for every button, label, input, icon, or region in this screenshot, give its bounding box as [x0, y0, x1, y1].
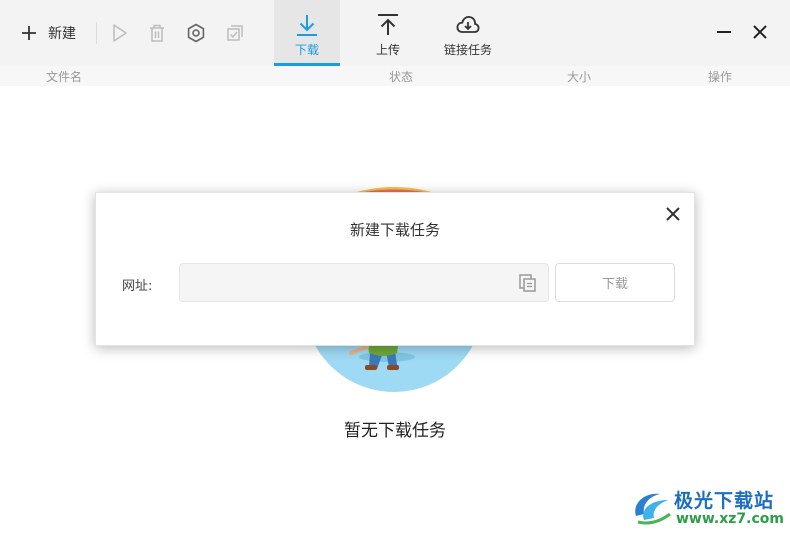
site-watermark: 极光下载站 www.xz7.com: [630, 484, 785, 530]
watermark-url: www.xz7.com: [676, 511, 784, 527]
empty-state-text: 暂无下载任务: [344, 421, 446, 441]
url-label: 网址:: [122, 279, 153, 294]
download-button[interactable]: 下载: [555, 263, 675, 302]
toolbar: 新建 下载 上传 链接任务: [0, 0, 790, 66]
tab-link-tasks-label: 链接任务: [443, 43, 492, 57]
close-icon: [753, 25, 767, 39]
cloud-download-icon: [455, 12, 481, 38]
tab-link-tasks[interactable]: 链接任务: [435, 0, 501, 66]
toolbar-divider: [96, 22, 97, 44]
dialog-close-button[interactable]: [664, 205, 682, 223]
url-input-container: [179, 263, 549, 302]
paste-clipboard-icon[interactable]: [518, 273, 538, 293]
tab-download-label: 下载: [294, 43, 319, 57]
gear-icon[interactable]: [185, 22, 207, 44]
tab-download[interactable]: 下载: [274, 0, 340, 66]
minimize-icon: [717, 31, 731, 33]
column-header: 文件名 状态 大小 操作: [0, 66, 790, 86]
trash-icon[interactable]: [146, 22, 168, 44]
column-size[interactable]: 大小: [567, 68, 591, 85]
column-status[interactable]: 状态: [389, 68, 413, 85]
tab-upload-label: 上传: [375, 43, 400, 57]
play-icon[interactable]: [108, 22, 130, 44]
column-action: 操作: [708, 70, 733, 84]
upload-arrow-icon: [375, 12, 401, 38]
download-arrow-icon: [294, 12, 320, 38]
new-task-label: 新建: [48, 26, 76, 42]
watermark-title: 极光下载站: [674, 490, 775, 512]
close-icon: [666, 207, 680, 221]
dialog-title: 新建下载任务: [349, 221, 440, 239]
column-file-name[interactable]: 文件名: [46, 68, 82, 85]
check-square-icon[interactable]: [224, 22, 246, 44]
aurora-logo-icon: [635, 493, 671, 525]
tab-upload[interactable]: 上传: [355, 0, 421, 66]
plus-icon: [20, 24, 38, 42]
new-task-button[interactable]: 新建: [20, 20, 76, 46]
url-input[interactable]: [180, 264, 510, 301]
minimize-button[interactable]: [714, 22, 734, 42]
new-download-dialog: 新建下载任务 网址: 下载: [95, 192, 695, 346]
close-window-button[interactable]: [750, 22, 770, 42]
